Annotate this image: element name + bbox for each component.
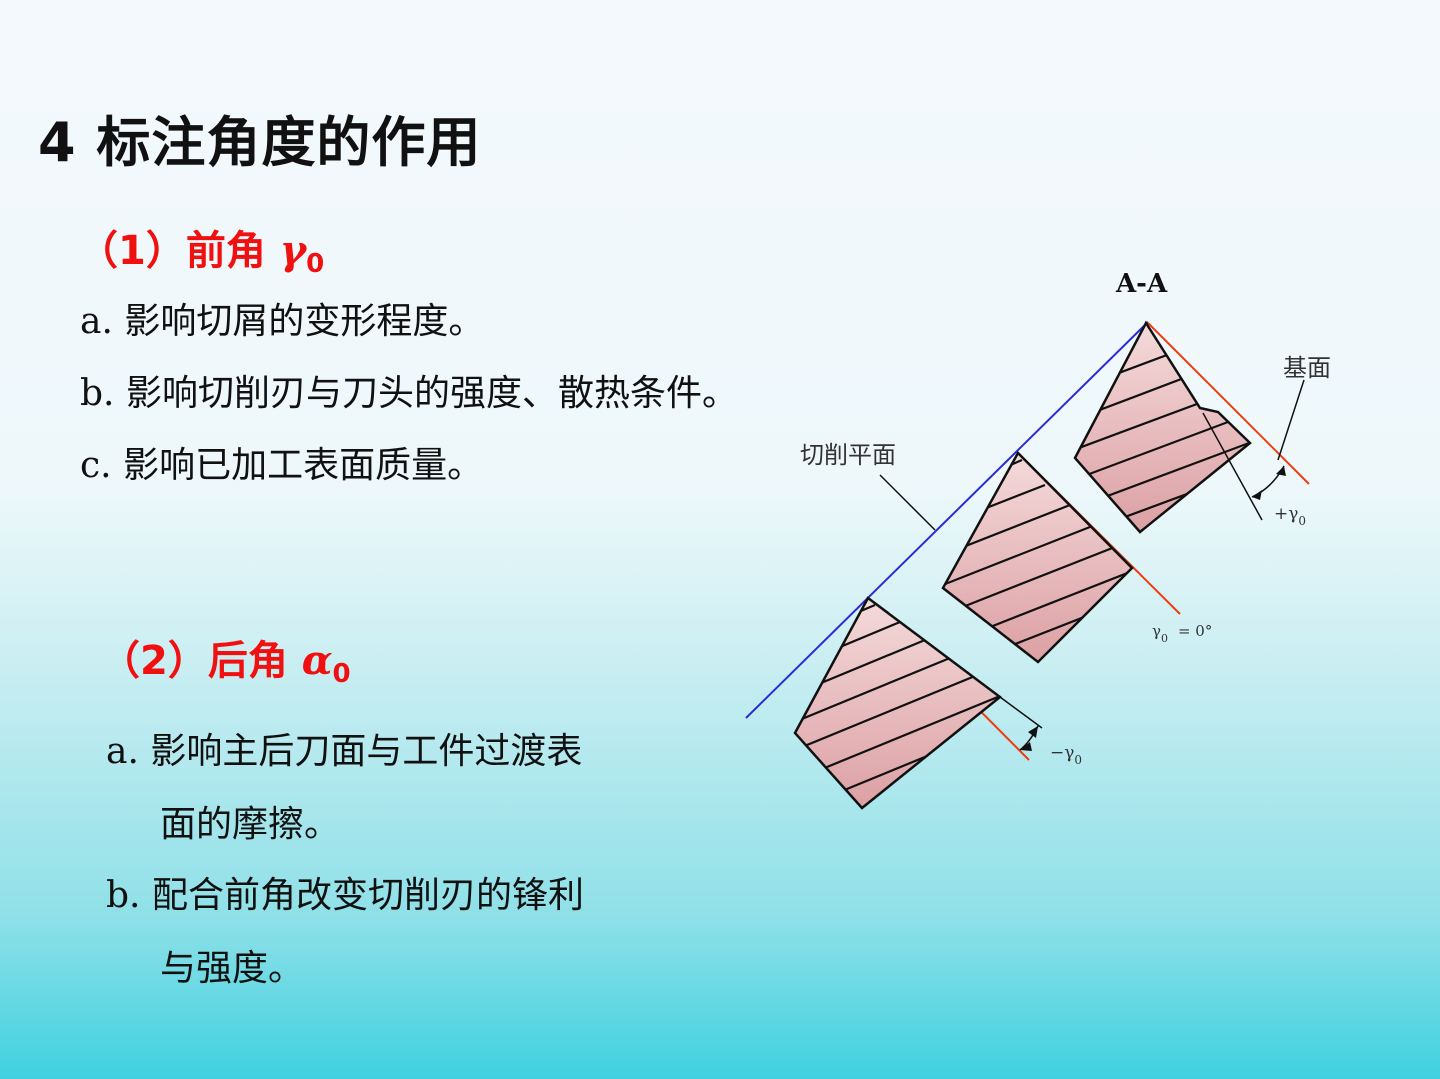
negative-rake-label: −γ0 — [1050, 743, 1082, 767]
tool-positive-rake — [1073, 320, 1252, 534]
cutting-plane-leader — [879, 474, 936, 531]
base-plane-leader — [1277, 379, 1305, 461]
positive-rake-arc — [1251, 465, 1285, 498]
positive-rake-arrowhead — [1252, 490, 1262, 500]
negative-rake-extension — [999, 696, 1043, 729]
positive-rake-arrowhead — [1276, 466, 1286, 476]
section-label: A-A — [1115, 269, 1168, 299]
positive-rake-label: +γ0 — [1274, 504, 1306, 528]
rake-angle-diagram: A-A 基面 切削平面 +γ0 γ0 = 0° −γ0 — [745, 269, 1331, 810]
zero-rake-label: γ0 = 0° — [1152, 622, 1212, 645]
base-plane-label: 基面 — [1283, 354, 1331, 382]
tool-negative-rake — [793, 596, 1003, 810]
cutting-plane-label: 切削平面 — [800, 441, 896, 469]
